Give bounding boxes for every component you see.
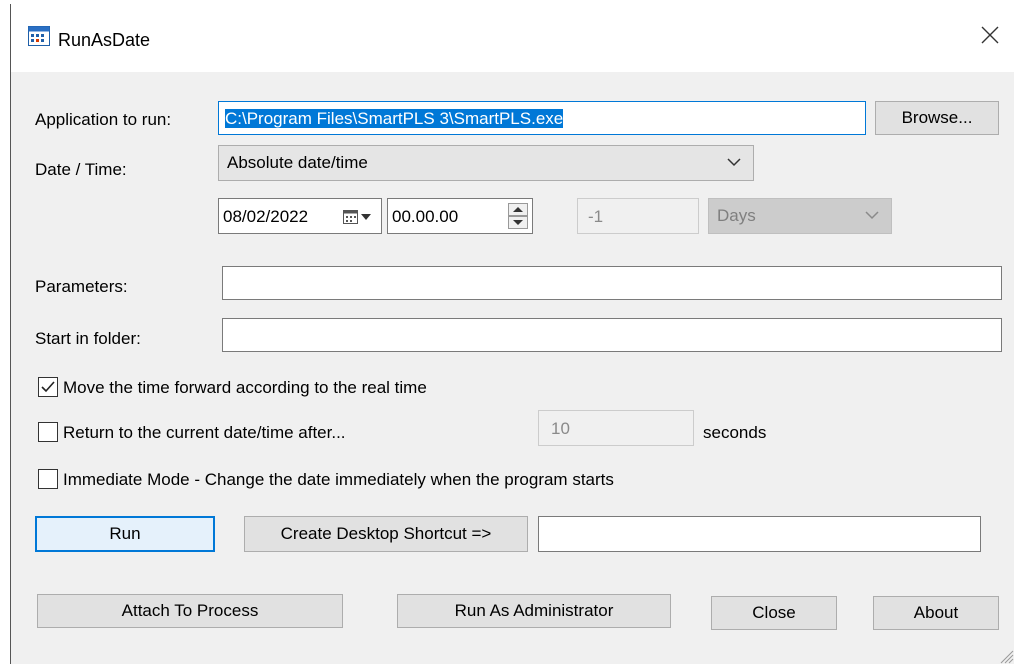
window-title: RunAsDate (58, 30, 151, 50)
parameters-input[interactable] (222, 266, 1002, 300)
app-to-run-label: Application to run: (35, 110, 172, 129)
close-icon[interactable] (979, 24, 1001, 46)
run-button[interactable]: Run (35, 516, 215, 552)
datetime-mode-select[interactable]: Absolute date/time (218, 145, 754, 181)
runasdate-window: RunAsDate Application to run: C:\Program… (10, 4, 1014, 664)
chevron-down-icon (865, 211, 879, 220)
create-shortcut-button[interactable]: Create Desktop Shortcut => (244, 516, 528, 552)
calendar-icon (28, 26, 50, 46)
immediate-mode-checkbox[interactable] (38, 469, 58, 489)
relative-unit-value: Days (717, 206, 756, 225)
start-in-folder-input[interactable] (222, 318, 1002, 352)
resize-grip-icon[interactable] (998, 648, 1014, 664)
move-forward-checkbox[interactable] (38, 377, 58, 397)
return-seconds-input[interactable]: 10 (538, 410, 694, 446)
close-button[interactable]: Close (711, 596, 837, 630)
relative-value: -1 (588, 206, 604, 226)
time-spinner[interactable]: 00.00.00 (387, 198, 533, 234)
return-seconds-value: 10 (551, 418, 570, 438)
time-value: 00.00.00 (392, 206, 459, 226)
relative-value-input[interactable]: -1 (577, 198, 699, 234)
datetime-label: Date / Time: (35, 160, 127, 179)
checkmark-icon (41, 381, 55, 393)
shortcut-name-input[interactable] (538, 516, 981, 552)
start-in-folder-label: Start in folder: (35, 329, 141, 348)
app-path-input[interactable]: C:\Program Files\SmartPLS 3\SmartPLS.exe (218, 101, 866, 135)
attach-to-process-button[interactable]: Attach To Process (37, 594, 343, 628)
title-bar: RunAsDate (11, 4, 1014, 72)
chevron-down-icon (727, 158, 741, 167)
about-button[interactable]: About (873, 596, 999, 630)
return-after-checkbox[interactable] (38, 422, 58, 442)
app-path-value: C:\Program Files\SmartPLS 3\SmartPLS.exe (225, 108, 564, 128)
return-after-label[interactable]: Return to the current date/time after... (63, 423, 346, 443)
parameters-label: Parameters: (35, 277, 128, 296)
browse-button[interactable]: Browse... (875, 101, 999, 135)
seconds-label: seconds (703, 423, 767, 442)
datetime-mode-value: Absolute date/time (227, 153, 368, 172)
move-forward-label[interactable]: Move the time forward according to the r… (63, 378, 427, 398)
immediate-mode-label[interactable]: Immediate Mode - Change the date immedia… (63, 470, 614, 490)
calendar-dropdown-icon[interactable] (343, 209, 373, 225)
relative-unit-select[interactable]: Days (708, 198, 892, 234)
spinner-arrows-icon[interactable] (508, 203, 528, 229)
run-as-administrator-button[interactable]: Run As Administrator (397, 594, 671, 628)
date-picker[interactable]: 08/02/2022 (218, 198, 382, 234)
date-value: 08/02/2022 (223, 206, 309, 226)
